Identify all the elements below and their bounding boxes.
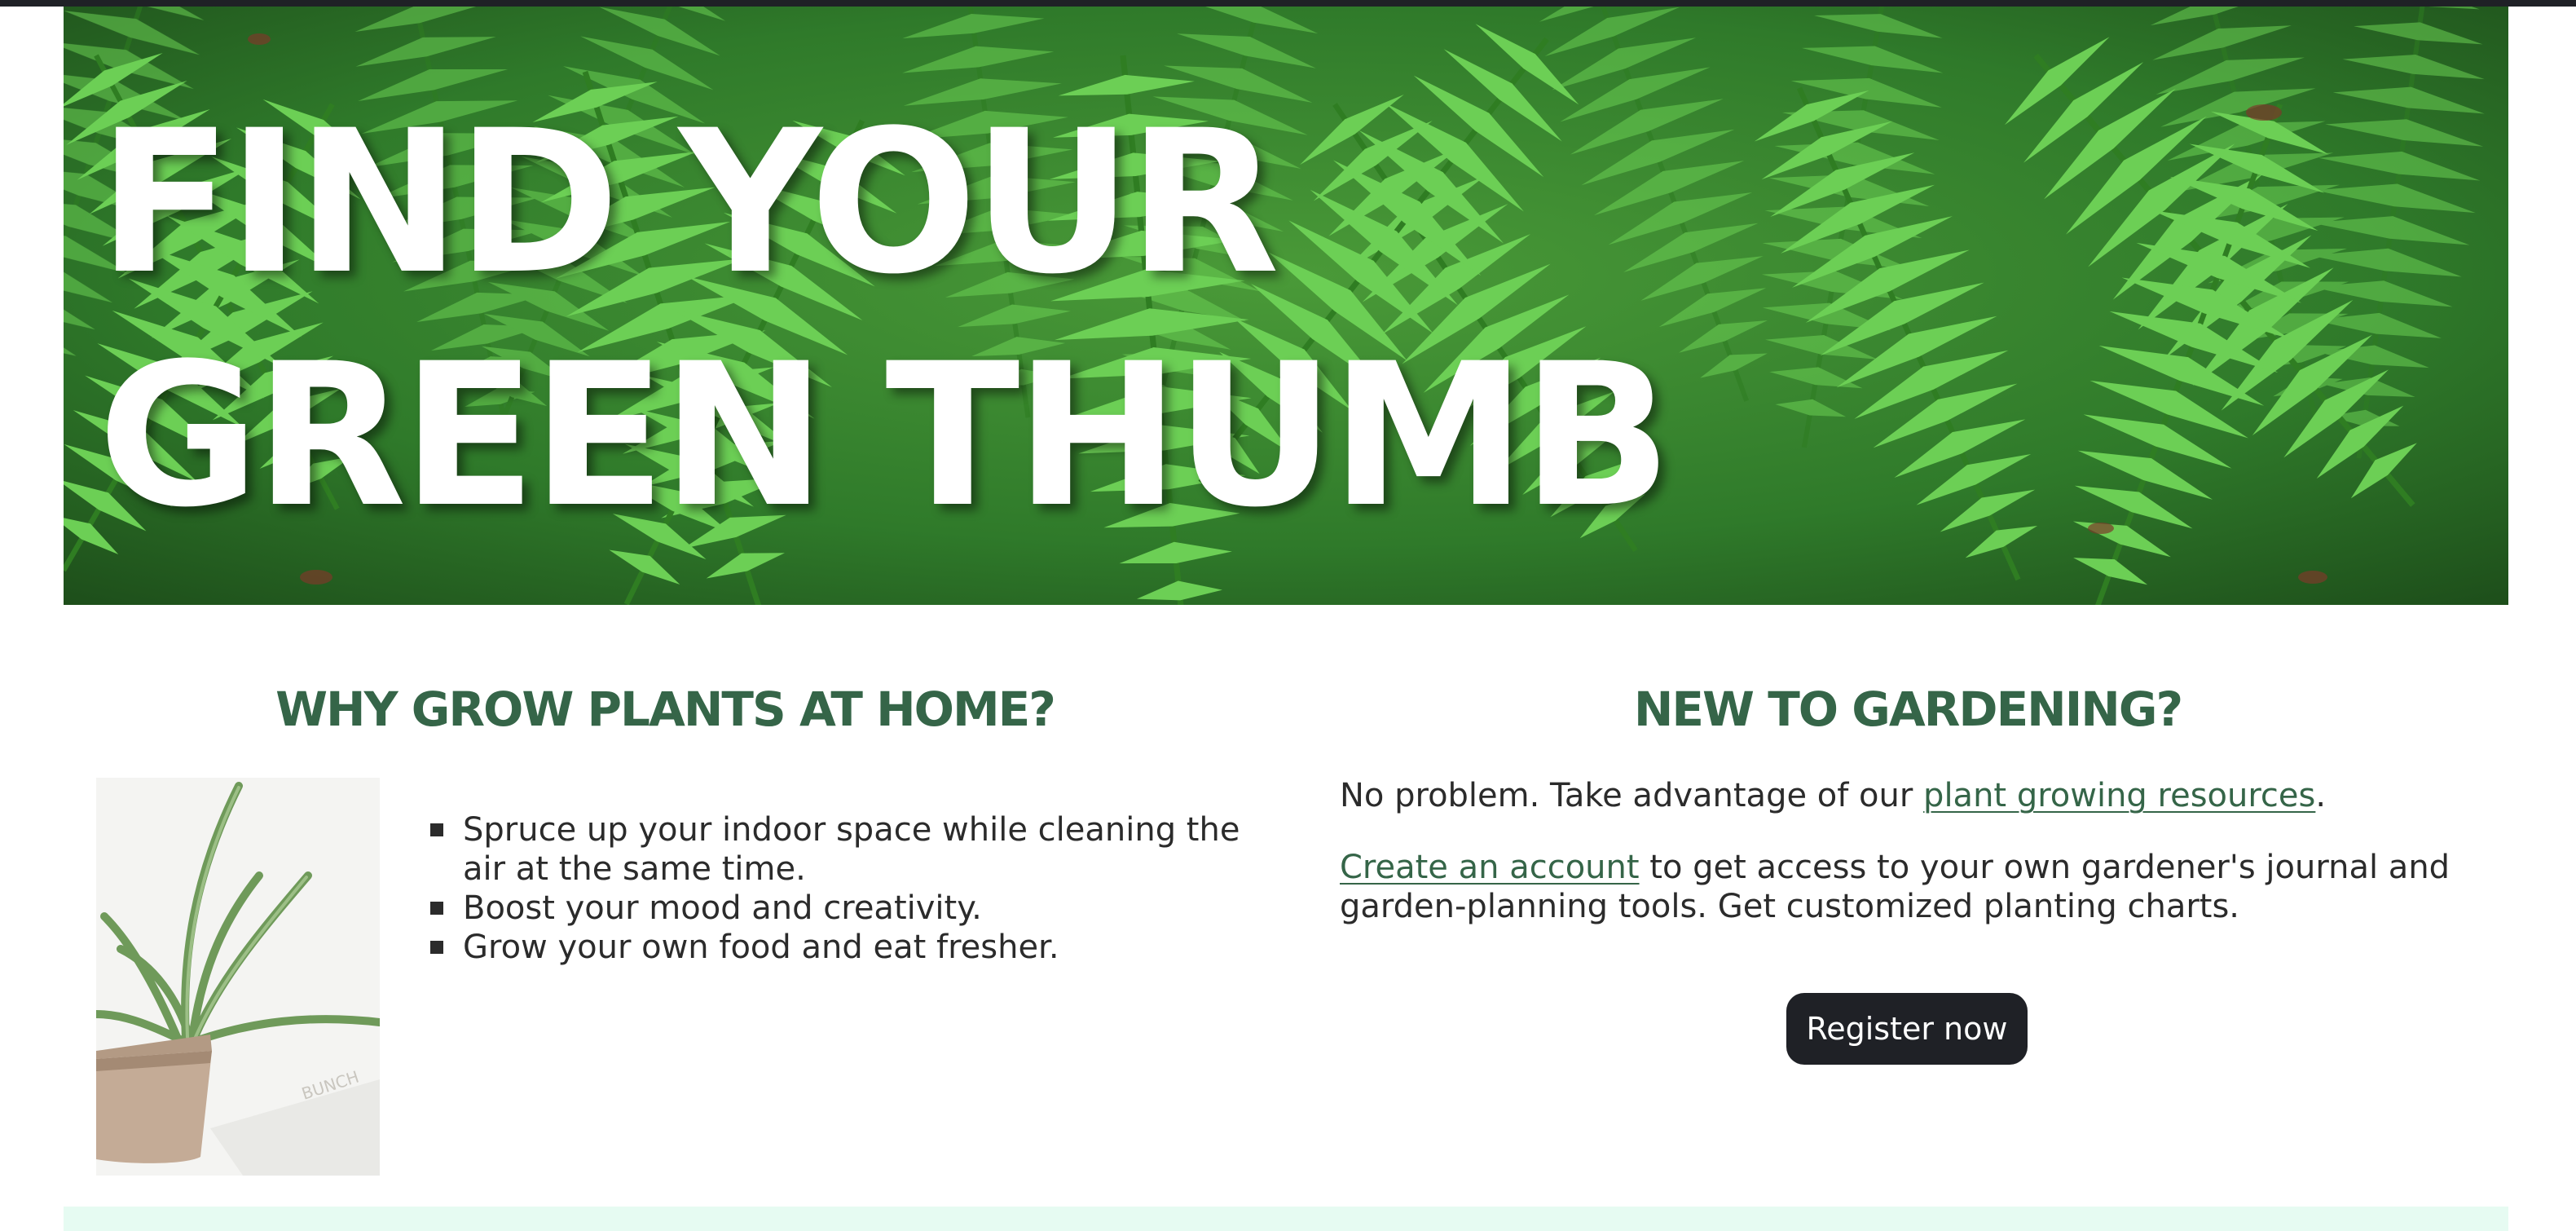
footer-band (64, 1207, 2508, 1231)
create-account-link[interactable]: Create an account (1340, 849, 1640, 886)
benefits-list: Spruce up your indoor space while cleani… (430, 810, 1270, 967)
plant-resources-link[interactable]: plant growing resources (1923, 777, 2315, 814)
hero-title: FIND YOUR GREEN THUMB (98, 88, 1672, 551)
account-paragraph: Create an account to get access to your … (1340, 849, 2451, 925)
resources-paragraph: No problem. Take advantage of our plant … (1340, 777, 2327, 814)
new-to-gardening-section: NEW TO GARDENING? No problem. Take advan… (1307, 605, 2508, 1192)
square-bullet-icon (430, 941, 443, 954)
why-grow-section: WHY GROW PLANTS AT HOME? BUNCH Spruce up… (64, 605, 1266, 1192)
list-item: Grow your own food and eat fresher. (430, 928, 1270, 967)
list-item: Spruce up your indoor space while cleani… (430, 810, 1270, 889)
why-grow-heading: WHY GROW PLANTS AT HOME? (275, 682, 1056, 737)
list-item: Boost your mood and creativity. (430, 889, 1270, 928)
register-now-button[interactable]: Register now (1786, 993, 2028, 1065)
top-bar (0, 0, 2576, 7)
square-bullet-icon (430, 902, 443, 915)
square-bullet-icon (430, 823, 443, 836)
new-to-gardening-heading: NEW TO GARDENING? (1633, 682, 2183, 737)
plant-photo: BUNCH (96, 778, 380, 1176)
hero-banner: FIND YOUR GREEN THUMB (64, 7, 2508, 605)
